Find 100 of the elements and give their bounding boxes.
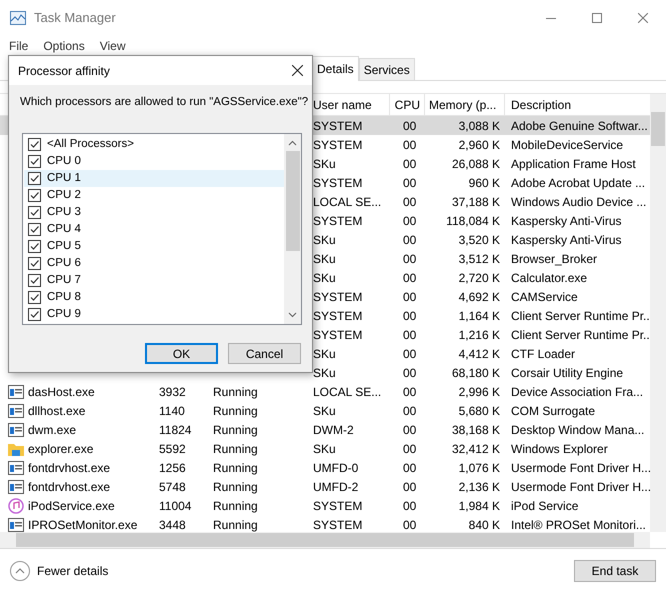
fewer-details-link[interactable]: Fewer details [37,562,108,580]
horizontal-scrollbar[interactable] [0,532,650,548]
process-row[interactable]: IPROSetMonitor.exe 3448 Running SYSTEM 00 840 K Intel® PROSet Monitori... [0,515,650,532]
table-cell: Running [213,404,258,418]
table-cell: 00 [403,290,416,304]
scroll-up-icon[interactable] [288,140,297,146]
checkbox[interactable] [28,223,41,236]
table-cell: 1,076 K [458,460,500,474]
processor-item[interactable]: CPU 3 [24,204,284,222]
table-cell: 1140 [159,404,185,418]
table-cell: Usermode Font Driver H... [511,460,650,474]
question-text: Which processors are allowed to run "AGSService.exe"? [20,95,310,110]
table-cell: Intel® PROSet Monitori... [511,518,646,532]
table-cell: SKu [313,404,336,418]
checkbox[interactable] [28,308,41,322]
processor-item[interactable]: CPU 5 [24,238,284,256]
column-header[interactable]: CPU [390,94,425,115]
table-cell: Running [213,442,258,456]
music-note-icon [8,498,24,514]
table-cell: 3,512 K [458,252,500,266]
checkbox[interactable] [28,206,41,220]
table-cell: SKu [313,270,336,284]
processor-item[interactable]: CPU 4 [24,221,284,238]
table-cell: SYSTEM [313,498,362,512]
table-cell: 5,680 K [458,404,500,418]
checkbox[interactable] [28,240,41,254]
cancel-button[interactable]: Cancel [228,343,301,364]
table-cell-text: dwm.exe [28,422,76,438]
column-header[interactable]: Memory (p... [425,94,505,115]
table-cell: Running [213,422,258,436]
process-row[interactable]: dwm.exe 11824 Running DWM-2 00 38,168 K Desktop Window Mana... [0,420,650,439]
table-cell: Corsair Utility Engine [511,366,624,380]
table-cell: SYSTEM [313,176,362,190]
checkbox[interactable] [28,138,41,152]
table-cell: Windows Audio Device ... [511,194,646,208]
list-scrollbar[interactable] [284,134,301,324]
table-cell: 960 K [468,176,500,190]
checkbox[interactable] [28,189,41,202]
checkbox[interactable] [28,274,41,288]
table-cell: 2,960 K [458,138,500,152]
table-cell: 00 [403,176,416,190]
column-header[interactable]: Description [505,94,650,115]
collapse-icon[interactable] [10,560,30,580]
table-cell: UMFD-2 [313,480,358,494]
table-cell: SYSTEM [313,138,362,152]
checkbox[interactable] [28,257,41,270]
checkbox[interactable] [28,155,41,168]
checkbox[interactable] [28,291,41,304]
processor-item[interactable]: CPU 9 [24,306,284,324]
menu-item[interactable]: Options [43,36,85,54]
process-row[interactable]: dasHost.exe 3932 Running LOCAL SE... 00 2,996 K Device Association Fra... [0,382,650,401]
table-cell: Kaspersky Anti-Virus [511,232,622,246]
maximize-icon [592,13,602,23]
end-task-button[interactable]: End task [574,560,656,582]
checkbox[interactable] [28,172,41,186]
table-cell: Desktop Window Mana... [511,422,644,436]
table-cell: 00 [403,346,416,360]
process-row[interactable]: fontdrvhost.exe 5748 Running UMFD-2 00 2,136 K Usermode Font Driver H... [0,477,650,496]
table-cell: LOCAL SE... [313,384,382,398]
process-row[interactable]: explorer.exe 5592 Running SKu 00 32,412 K Windows Explorer [0,439,650,458]
process-row[interactable]: iPodService.exe 11004 Running SYSTEM 00 1,984 K iPod Service [0,496,650,515]
table-cell: 11824 [159,422,192,436]
table-cell: Calculator.exe [511,270,588,284]
scroll-down-icon[interactable] [288,312,297,318]
table-cell: 118,084 K [446,214,500,228]
table-cell: 00 [403,252,416,266]
table-cell: 11004 [159,498,192,512]
processor-item[interactable]: CPU 0 [24,153,284,170]
window-icon [8,518,24,532]
table-cell: 4,692 K [458,290,500,304]
process-row[interactable]: fontdrvhost.exe 1256 Running UMFD-0 00 1,076 K Usermode Font Driver H... [0,458,650,477]
menu-item[interactable]: View [100,36,126,54]
tab[interactable]: Services [358,58,415,80]
processor-item[interactable]: CPU 2 [24,187,284,204]
window-icon [8,460,24,474]
window-icon [8,404,24,418]
table-cell: SKu [313,232,336,246]
table-cell: 3,088 K [458,118,500,132]
ok-button[interactable]: OK [145,343,218,364]
close-icon [292,65,302,76]
tab[interactable]: Details [312,56,359,81]
processor-item[interactable]: CPU 8 [24,289,284,306]
table-cell: 00 [403,518,416,532]
vertical-scrollbar[interactable] [650,94,666,532]
processor-item[interactable]: CPU 6 [24,255,284,272]
processor-item[interactable]: CPU 1 [24,170,284,188]
processor-item[interactable]: CPU 7 [24,272,284,290]
table-cell: 00 [403,308,416,322]
process-row[interactable]: dllhost.exe 1140 Running SKu 00 5,680 K COM Surrogate [0,401,650,420]
table-cell-text: iPodService.exe [28,498,115,514]
menu-item[interactable]: File [9,36,28,54]
table-cell: Usermode Font Driver H... [511,480,650,494]
table-cell: SYSTEM [313,290,362,304]
table-cell: CAMService [511,290,578,304]
table-cell: 38,168 K [452,422,500,436]
table-cell: 2,720 K [458,270,500,284]
table-cell: 840 K [468,518,500,532]
processor-item[interactable]: <All Processors> [24,136,284,154]
table-cell: 00 [403,194,416,208]
table-cell: 1256 [159,460,186,474]
